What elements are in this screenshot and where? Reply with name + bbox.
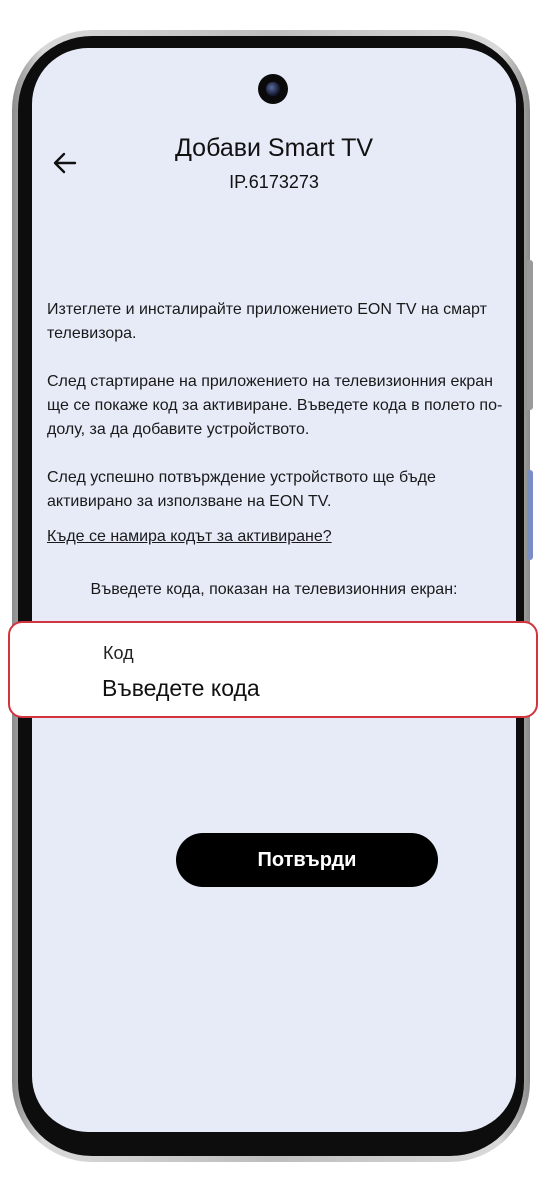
code-location-help-link[interactable]: Къде се намира кодът за активиране? — [47, 528, 332, 546]
power-button — [527, 470, 533, 560]
code-prompt: Въведете кода, показан на телевизионния … — [90, 581, 458, 598]
instruction-paragraph-3: След успешно потвърждение устройството щ… — [47, 469, 436, 510]
page-title: Добави Smart TV — [174, 134, 374, 162]
front-camera-icon — [258, 74, 288, 104]
phone-screen: Добави Smart TV IP.6173273 Изтеглете и и… — [32, 48, 516, 1132]
device-id: IP.6173273 — [229, 172, 319, 192]
code-input-card[interactable]: Код Въведете кода — [8, 621, 538, 718]
confirm-button[interactable]: Потвърди — [176, 833, 438, 887]
instructions-text: Изтеглете и инсталирайте приложението EO… — [47, 298, 503, 538]
code-input[interactable]: Въведете кода — [102, 675, 260, 702]
volume-button — [527, 260, 533, 410]
instruction-paragraph-2: След стартиране на приложението на телев… — [47, 373, 503, 438]
instruction-paragraph-1: Изтеглете и инсталирайте приложението EO… — [47, 301, 487, 342]
code-field-label: Код — [103, 643, 134, 663]
